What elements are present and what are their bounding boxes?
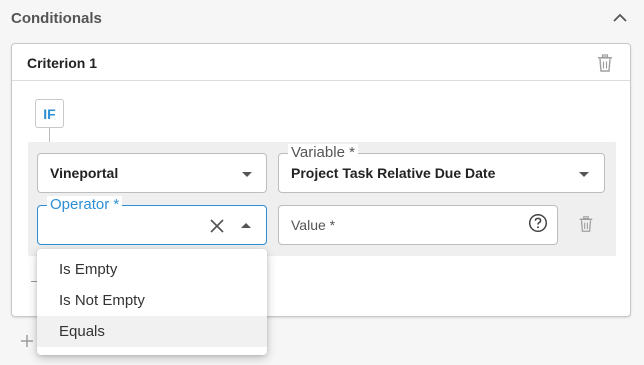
value-placeholder: Value * (291, 217, 336, 233)
caret-up-icon[interactable] (241, 223, 251, 228)
operator-label: Operator * (47, 196, 123, 214)
trash-icon[interactable] (595, 53, 615, 73)
criterion-header: Criterion 1 (12, 44, 630, 81)
caret-down-icon (579, 172, 589, 177)
plus-icon[interactable] (20, 334, 34, 348)
caret-down-icon (242, 172, 252, 177)
variable-select[interactable]: Variable * Project Task Relative Due Dat… (278, 144, 605, 193)
criterion-title: Criterion 1 (27, 55, 98, 71)
trash-icon[interactable] (577, 214, 595, 234)
variable-label: Variable * (288, 144, 358, 162)
clear-icon[interactable] (209, 218, 225, 234)
chevron-up-icon[interactable] (610, 9, 630, 27)
source-select[interactable]: Vineportal (37, 153, 267, 193)
section-title: Conditionals (11, 10, 102, 27)
option-equals[interactable]: Equals (37, 316, 267, 347)
variable-select-value: Project Task Relative Due Date (291, 165, 496, 181)
option-is-not-empty[interactable]: Is Not Empty (37, 285, 267, 316)
operator-dropdown-menu: Is Empty Is Not Empty Equals (37, 249, 267, 355)
help-icon[interactable] (528, 213, 548, 233)
if-badge: IF (35, 99, 64, 128)
value-input[interactable]: Value * (278, 205, 558, 245)
option-is-empty[interactable]: Is Empty (37, 254, 267, 285)
conditionals-header: Conditionals (0, 0, 644, 38)
operator-select[interactable]: Operator * (37, 196, 267, 245)
connector-line (49, 128, 50, 142)
source-select-value: Vineportal (50, 165, 119, 181)
